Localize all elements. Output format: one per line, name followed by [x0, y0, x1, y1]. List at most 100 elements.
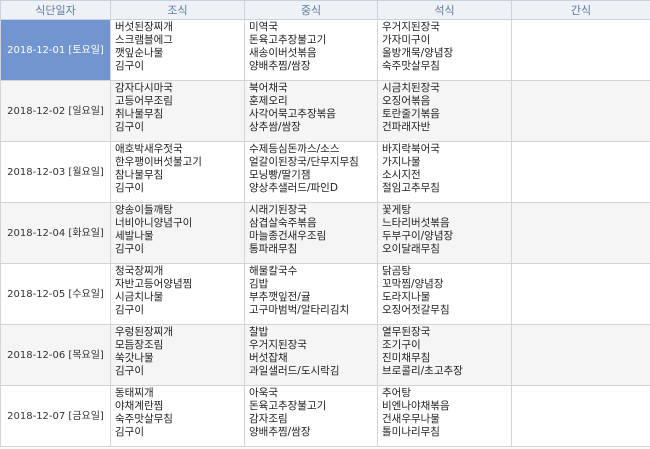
menu-row[interactable]: 2018-12-04 [화요일] 양송이들깨탕 너비아니양념구이 세발나물 김구이 시래기…: [0, 202, 650, 264]
menu-item: 깻잎순나물: [115, 47, 164, 59]
lunch-cell: 시래기된장국 삼겹살숙주볶음 마늘종건새우조림 통파래무침: [244, 202, 378, 264]
menu-item: 청국장찌개: [115, 265, 164, 277]
menu-item: 오이달래무침: [382, 243, 440, 255]
menu-row[interactable]: 2018-12-05 [수요일] 청국장찌개 자반고등어양념찜 시금치나물 김구이 해물칼…: [0, 263, 650, 325]
header-snack: 간식: [511, 0, 650, 20]
menu-item: 김구이: [115, 60, 144, 72]
breakfast-cell: 버섯된장찌개 스크램블에그 깻잎순나물 김구이: [110, 19, 245, 81]
menu-item: 브로콜리/초고추장: [382, 365, 463, 377]
menu-item: 두부구이/양념장: [382, 230, 454, 242]
menu-item: 열무된장국: [382, 326, 431, 338]
menu-item: 우거지된장국: [382, 21, 440, 33]
menu-item: 고등어무조림: [115, 95, 173, 107]
menu-item: 추어탕: [382, 387, 411, 399]
menu-item: 시금치된장국: [382, 82, 440, 94]
menu-item: 너비아니양념구이: [115, 217, 193, 229]
menu-item: 미역국: [249, 21, 278, 33]
menu-item: 모닝빵/딸기잼: [249, 169, 311, 181]
menu-item: 부추깻잎전/귤: [249, 291, 311, 303]
dinner-cell: 시금치된장국 오징어볶음 토란줄기볶음 건파래자반: [377, 80, 512, 142]
menu-date-cell[interactable]: 2018-12-01 [토요일]: [0, 19, 111, 81]
menu-item: 김구이: [115, 121, 144, 133]
menu-date-cell[interactable]: 2018-12-06 [목요일]: [0, 324, 111, 386]
snack-cell: [511, 263, 650, 325]
header-breakfast: 조식: [110, 0, 245, 20]
menu-item: 올방개묵/양념장: [382, 47, 454, 59]
menu-item: 새송이버섯볶음: [249, 47, 317, 59]
menu-item: 스크램블에그: [115, 34, 173, 46]
dinner-cell: 우거지된장국 가자미구이 올방개묵/양념장 숙주맛살무침: [377, 19, 512, 81]
menu-item: 한우팽이버섯불고기: [115, 156, 202, 168]
lunch-cell: 아욱국 돈육고추장불고기 감자조림 양배추찜/쌈장: [244, 385, 378, 447]
dinner-cell: 바지락북어국 가지나물 소시지전 절임고추무침: [377, 141, 512, 203]
menu-item: 꼬막찜/양념장: [382, 278, 444, 290]
snack-cell: [511, 202, 650, 264]
menu-item: 숙주맛살무침: [115, 413, 173, 425]
menu-item: 김구이: [115, 365, 144, 377]
menu-item: 돈육고추장불고기: [249, 400, 327, 412]
menu-date-cell[interactable]: 2018-12-04 [화요일]: [0, 202, 111, 264]
menu-item: 숙주맛살무침: [382, 60, 440, 72]
lunch-cell: 해물칼국수 김밥 부추깻잎전/귤 고구마범벅/알타리김치: [244, 263, 378, 325]
menu-item: 가지나물: [382, 156, 421, 168]
breakfast-cell: 감자다시마국 고등어무조림 취나물무침 김구이: [110, 80, 245, 142]
menu-date-cell[interactable]: 2018-12-02 [일요일]: [0, 80, 111, 142]
menu-item: 도라지나물: [382, 291, 431, 303]
header-dinner: 석식: [377, 0, 512, 20]
menu-row[interactable]: 2018-12-07 [금요일] 동태찌개 야채계란찜 숙주맛살무침 김구이 아욱국 돈육고…: [0, 385, 650, 447]
menu-row[interactable]: 2018-12-01 [토요일] 버섯된장찌개 스크램블에그 깻잎순나물 김구이 미역국 돈…: [0, 19, 650, 81]
menu-item: 김구이: [115, 304, 144, 316]
menu-item: 양송이들깨탕: [115, 204, 173, 216]
menu-item: 자반고등어양념찜: [115, 278, 193, 290]
menu-date-cell[interactable]: 2018-12-03 [월요일]: [0, 141, 111, 203]
menu-item: 과일샐러드/도시락김: [249, 365, 340, 377]
menu-item: 김구이: [115, 182, 144, 194]
menu-item: 버섯잡채: [249, 352, 288, 364]
menu-item: 해물칼국수: [249, 265, 298, 277]
menu-item: 소시지전: [382, 169, 421, 181]
menu-item: 김구이: [115, 426, 144, 438]
breakfast-cell: 우렁된장찌개 모듬장조림 쑥갓나물 김구이: [110, 324, 245, 386]
snack-cell: [511, 324, 650, 386]
menu-item: 우렁된장찌개: [115, 326, 173, 338]
menu-item: 감자다시마국: [115, 82, 173, 94]
menu-row[interactable]: 2018-12-03 [월요일] 애호박새우젓국 한우팽이버섯불고기 참나물무침 김구이…: [0, 141, 650, 203]
menu-item: 삼겹살숙주볶음: [249, 217, 317, 229]
menu-item: 시래기된장국: [249, 204, 307, 216]
menu-item: 토란줄기볶음: [382, 108, 440, 120]
menu-item: 양배추찜/쌈장: [249, 426, 311, 438]
menu-item: 찰밥: [249, 326, 269, 338]
breakfast-cell: 동태찌개 야채계란찜 숙주맛살무침 김구이: [110, 385, 245, 447]
menu-item: 마늘종건새우조림: [249, 230, 327, 242]
dinner-cell: 꽃게탕 느타리버섯볶음 두부구이/양념장 오이달래무침: [377, 202, 512, 264]
menu-item: 건새우무나물: [382, 413, 440, 425]
menu-row[interactable]: 2018-12-02 [일요일] 감자다시마국 고등어무조림 취나물무침 김구이 북어채국…: [0, 80, 650, 142]
snack-cell: [511, 19, 650, 81]
menu-item: 양배추찜/쌈장: [249, 60, 311, 72]
menu-item: 통파래무침: [249, 243, 298, 255]
menu-body: 2018-12-01 [토요일] 버섯된장찌개 스크램블에그 깻잎순나물 김구이 미역국돈…: [0, 19, 650, 447]
menu-item: 바지락북어국: [382, 143, 440, 155]
menu-item: 북어채국: [249, 82, 288, 94]
lunch-cell: 찰밥 우거지된장국 버섯잡채 과일샐러드/도시락김: [244, 324, 378, 386]
header-row: 식단일자 조식 중식 석식 간식: [0, 0, 650, 20]
menu-item: 쑥갓나물: [115, 352, 154, 364]
menu-item: 조기구이: [382, 339, 421, 351]
menu-item: 김밥: [249, 278, 269, 290]
menu-item: 사각어묵고추장볶음: [249, 108, 336, 120]
menu-item: 우거지된장국: [249, 339, 307, 351]
menu-item: 모듬장조림: [115, 339, 164, 351]
menu-item: 건파래자반: [382, 121, 431, 133]
dinner-cell: 닭곰탕 꼬막찜/양념장 도라지나물 오징어젓갈무침: [377, 263, 512, 325]
menu-date-cell[interactable]: 2018-12-05 [수요일]: [0, 263, 111, 325]
weekly-menu-table: 식단일자 조식 중식 석식 간식 2018-12-01 [토요일] 버섯된장찌개 스…: [0, 0, 650, 447]
menu-item: 애호박새우젓국: [115, 143, 183, 155]
menu-date-cell[interactable]: 2018-12-07 [금요일]: [0, 385, 111, 447]
menu-item: 닭곰탕: [382, 265, 411, 277]
menu-item: 가자미구이: [382, 34, 431, 46]
menu-item: 야채계란찜: [115, 400, 164, 412]
menu-row[interactable]: 2018-12-06 [목요일] 우렁된장찌개 모듬장조림 쑥갓나물 김구이 찰밥 우거지된…: [0, 324, 650, 386]
menu-item: 양상추샐러드/파인D: [249, 182, 338, 194]
menu-item: 고구마범벅/알타리김치: [249, 304, 350, 316]
header-lunch: 중식: [244, 0, 378, 20]
